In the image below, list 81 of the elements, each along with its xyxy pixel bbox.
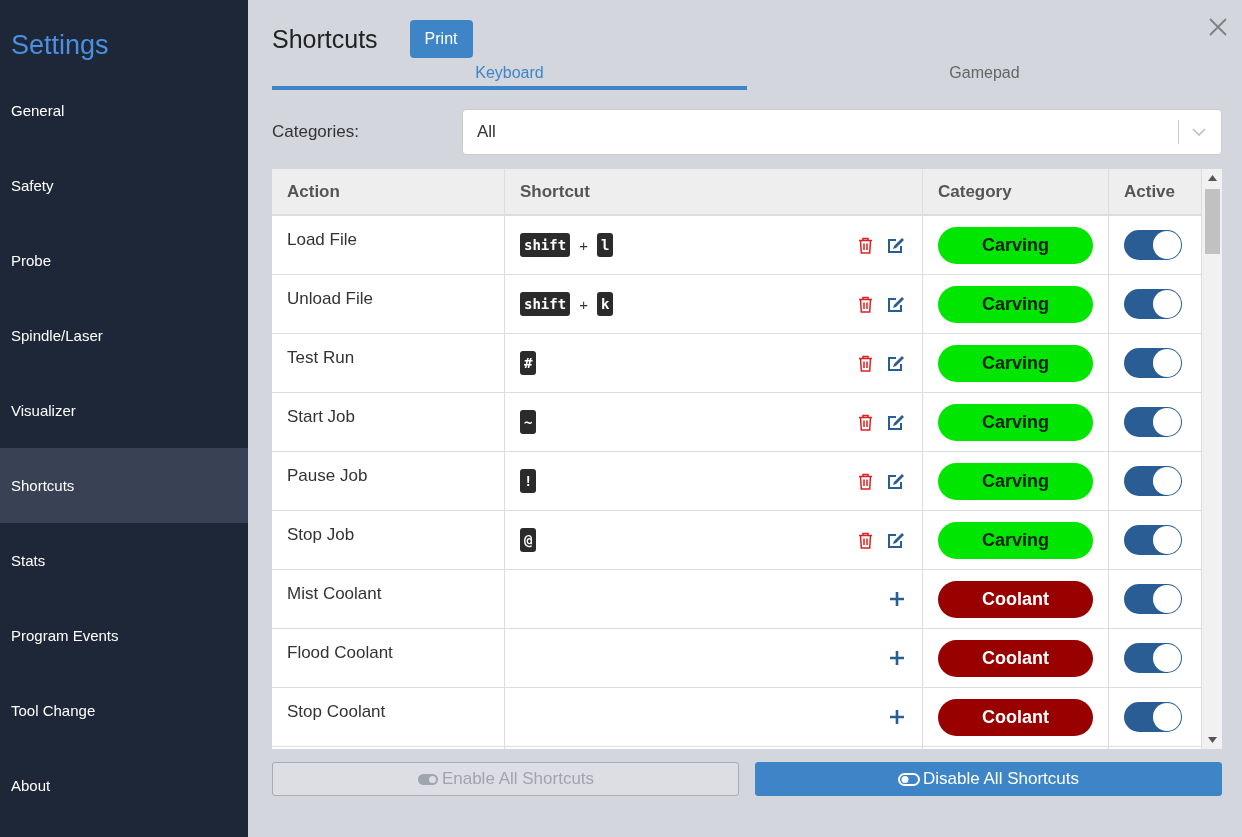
action-name: Stop Coolant (287, 702, 386, 721)
scroll-thumb[interactable] (1205, 189, 1220, 254)
edit-icon[interactable] (887, 472, 905, 490)
column-header: Shortcut (520, 181, 590, 201)
action-name: Mist Coolant (287, 584, 382, 603)
sidebar-item[interactable]: Program Events (0, 598, 248, 673)
sidebar-item[interactable]: General (0, 73, 248, 148)
sidebar-item[interactable]: Safety (0, 148, 248, 223)
toggle-off-icon (898, 772, 921, 786)
key-cap: ~ (520, 410, 537, 434)
sidebar-item[interactable]: Spindle/Laser (0, 298, 248, 373)
active-toggle[interactable] (1124, 348, 1182, 378)
category-badge: Coolant (938, 698, 1093, 736)
active-toggle[interactable] (1124, 702, 1182, 732)
sidebar-item[interactable]: About (0, 748, 248, 823)
print-button[interactable]: Print (409, 20, 473, 58)
action-name: Pause Job (287, 466, 368, 485)
sidebar-title: Settings (10, 29, 110, 62)
plus-sign: + (579, 295, 588, 313)
scrollbar[interactable] (1202, 169, 1222, 749)
close-icon[interactable] (1209, 18, 1227, 36)
toggle-on-icon (416, 772, 439, 786)
edit-icon[interactable] (887, 236, 905, 254)
categories-dropdown[interactable]: All (462, 109, 1222, 155)
active-toggle[interactable] (1124, 584, 1182, 614)
column-header: Active (1124, 181, 1176, 201)
add-icon[interactable] (889, 650, 905, 666)
category-badge: Carving (938, 462, 1093, 500)
category-badge: Coolant (938, 580, 1093, 618)
sidebar-item[interactable]: Visualizer (0, 373, 248, 448)
key-cap: k (596, 292, 614, 316)
key-cap: shift (520, 233, 571, 257)
add-icon[interactable] (889, 591, 905, 607)
column-header: Category (938, 181, 1012, 201)
sidebar-item[interactable]: Probe (0, 223, 248, 298)
active-toggle[interactable] (1124, 466, 1182, 496)
trash-icon[interactable] (858, 472, 873, 490)
active-toggle[interactable] (1124, 525, 1182, 555)
sidebar-item[interactable]: Tool Change (0, 673, 248, 748)
edit-icon[interactable] (887, 295, 905, 313)
plus-sign: + (579, 236, 588, 254)
category-badge: Carving (938, 285, 1093, 323)
trash-icon[interactable] (858, 531, 873, 549)
trash-icon[interactable] (858, 413, 873, 431)
category-badge: Carving (938, 403, 1093, 441)
action-name: Load File (287, 230, 357, 249)
scroll-down-icon[interactable] (1208, 737, 1217, 743)
key-cap: shift (520, 292, 571, 316)
category-badge: Carving (938, 521, 1093, 559)
sidebar-item[interactable]: Shortcuts (0, 448, 248, 523)
active-toggle[interactable] (1124, 289, 1182, 319)
active-toggle[interactable] (1124, 643, 1182, 673)
tab[interactable]: Gamepad (747, 64, 1222, 90)
edit-icon[interactable] (887, 413, 905, 431)
edit-icon[interactable] (887, 531, 905, 549)
action-name: Unload File (287, 289, 373, 308)
sidebar-item[interactable]: Stats (0, 523, 248, 598)
action-name: Test Run (287, 348, 355, 367)
shortcuts-toggle-button[interactable]: Disable All Shortcuts (755, 762, 1222, 796)
key-cap: # (520, 351, 537, 375)
scroll-up-icon[interactable] (1208, 175, 1217, 181)
key-cap: @ (520, 528, 537, 552)
action-name: Stop Job (287, 525, 355, 544)
category-badge: Carving (938, 226, 1093, 264)
category-badge: Carving (938, 344, 1093, 382)
edit-icon[interactable] (887, 354, 905, 372)
action-name: Start Job (287, 407, 356, 426)
key-cap: l (596, 233, 614, 257)
key-cap: ! (520, 469, 537, 493)
active-toggle[interactable] (1124, 230, 1182, 260)
trash-icon[interactable] (858, 354, 873, 372)
trash-icon[interactable] (858, 295, 873, 313)
add-icon[interactable] (889, 709, 905, 725)
trash-icon[interactable] (858, 236, 873, 254)
chevron-down-icon (1191, 127, 1207, 137)
column-header: Action (287, 181, 340, 201)
active-toggle[interactable] (1124, 407, 1182, 437)
category-badge: Coolant (938, 639, 1093, 677)
action-name: Flood Coolant (287, 643, 393, 662)
categories-label: Categories: (272, 122, 360, 142)
page-title: Shortcuts (272, 24, 378, 54)
